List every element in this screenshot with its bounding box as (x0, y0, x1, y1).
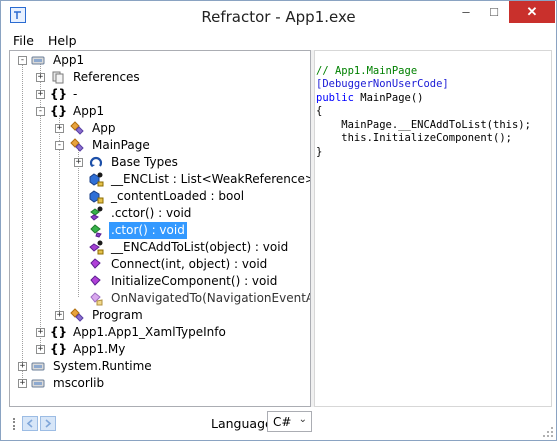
tree-item-namespace-xamltypeinfo[interactable]: + {} App1.App1_XamlTypeInfo (10, 324, 310, 341)
expand-icon[interactable]: + (18, 379, 27, 388)
tree-item-method-encaddtolist[interactable]: __ENCAddToList(object) : void (10, 239, 310, 256)
tree-label: References (73, 70, 140, 84)
tree-label: InitializeComponent() : void (111, 274, 278, 288)
method-icon (88, 273, 104, 289)
constructor-icon (88, 222, 104, 238)
base-types-icon (88, 154, 104, 170)
tree-item-field-enclist[interactable]: __ENCList : List<WeakReference> (10, 171, 310, 188)
namespace-icon: {} (50, 104, 68, 118)
code-keyword: public (316, 91, 354, 104)
assembly-icon (30, 52, 46, 68)
app-window: Refractor - App1.exe – □ ✕ File Help - A… (0, 0, 557, 441)
tree-label: MainPage (92, 138, 150, 152)
collapse-icon[interactable]: - (18, 56, 27, 65)
tree-item-assembly-systemruntime[interactable]: + System.Runtime (10, 358, 310, 375)
private-field-icon (88, 188, 104, 204)
close-icon[interactable]: ✕ (509, 1, 555, 23)
tree-label: Program (92, 308, 143, 322)
expand-icon[interactable]: + (55, 124, 64, 133)
toolbar-grip[interactable] (13, 418, 15, 430)
tree-label: Connect(int, object) : void (111, 257, 268, 271)
assembly-tree[interactable]: - App1 + References + {} - - {} App1 + A… (9, 50, 311, 407)
namespace-icon: {} (50, 325, 68, 339)
status-bar: Language: C# ⌄ (1, 407, 556, 440)
references-icon (50, 69, 66, 85)
language-select[interactable]: C# ⌄ (267, 411, 312, 432)
expand-icon[interactable]: + (18, 362, 27, 371)
assembly-icon (30, 375, 46, 391)
class-icon (69, 137, 85, 153)
expand-icon[interactable]: + (74, 158, 83, 167)
code-attribute-line: [DebuggerNonUserCode] (316, 78, 449, 90)
static-constructor-icon (88, 205, 104, 221)
tree-label-selected: .ctor() : void (109, 222, 187, 239)
assembly-icon (30, 358, 46, 374)
tree-label: App1.App1_XamlTypeInfo (73, 325, 226, 339)
namespace-icon: {} (50, 87, 68, 101)
tree-label: mscorlib (53, 376, 105, 390)
tree-item-method-cctor[interactable]: .cctor() : void (10, 205, 310, 222)
code-comment-line: // App1.MainPage (316, 64, 418, 77)
tree-label: App1.My (73, 342, 126, 356)
static-method-icon (88, 239, 104, 255)
tree-label: App1 (73, 104, 105, 118)
tree-item-references[interactable]: + References (10, 69, 310, 86)
chevron-down-icon: ⌄ (298, 414, 307, 425)
maximize-icon[interactable]: □ (480, 1, 508, 23)
tree-item-namespace-app1[interactable]: - {} App1 (10, 103, 310, 120)
language-value: C# (273, 415, 292, 429)
menu-file[interactable]: File (13, 33, 34, 48)
tree-label: __ENCAddToList(object) : void (111, 240, 289, 254)
tree-item-class-app[interactable]: + App (10, 120, 310, 137)
back-icon[interactable] (22, 416, 38, 431)
tree-item-method-onnavigatedto[interactable]: OnNavigatedTo(NavigationEventArgs (10, 290, 310, 307)
class-icon (69, 120, 85, 136)
tree-item-method-initializecomponent[interactable]: InitializeComponent() : void (10, 273, 310, 290)
expand-icon[interactable]: + (55, 311, 64, 320)
tree-label: .cctor() : void (111, 206, 192, 220)
expand-icon[interactable]: + (36, 328, 45, 337)
tree-label: OnNavigatedTo(NavigationEventArgs (111, 291, 311, 305)
namespace-icon: {} (50, 342, 68, 356)
tree-item-class-mainpage[interactable]: - MainPage (10, 137, 310, 154)
tree-item-method-connect[interactable]: Connect(int, object) : void (10, 256, 310, 273)
code-statement-line: this.InitializeComponent(); (316, 132, 512, 144)
tree-item-assembly-mscorlib[interactable]: + mscorlib (10, 375, 310, 392)
tree-label: App (92, 121, 116, 135)
tree-label: System.Runtime (53, 359, 152, 373)
method-icon (88, 256, 104, 272)
protected-method-icon (88, 290, 104, 306)
menu-bar: File Help (1, 31, 556, 50)
forward-icon[interactable] (40, 416, 56, 431)
expand-icon[interactable]: + (36, 345, 45, 354)
tree-item-base-types[interactable]: + Base Types (10, 154, 310, 171)
tree-label: - (73, 87, 78, 101)
tree-label: __ENCList : List<WeakReference> (111, 172, 311, 186)
tree-item-app1-assembly[interactable]: - App1 (10, 52, 310, 69)
collapse-icon[interactable]: - (36, 107, 45, 116)
expand-icon[interactable]: + (36, 90, 45, 99)
code-brace-close: } (316, 145, 323, 158)
code-text: MainPage() (353, 91, 424, 104)
menu-help[interactable]: Help (48, 33, 77, 48)
tree-label: _contentLoaded : bool (111, 189, 245, 203)
tree-item-method-ctor[interactable]: .ctor() : void (10, 222, 310, 239)
class-icon (69, 307, 85, 323)
tree-item-class-program[interactable]: + Program (10, 307, 310, 324)
resize-grip-icon[interactable] (542, 426, 554, 438)
tree-label: App1 (53, 53, 85, 67)
collapse-icon[interactable]: - (55, 141, 64, 150)
tree-label: Base Types (111, 155, 178, 169)
title-bar: Refractor - App1.exe – □ ✕ (1, 1, 556, 31)
code-brace-open: { (316, 105, 323, 117)
tree-item-namespace-my[interactable]: + {} App1.My (10, 341, 310, 358)
tree-item-namespace-dash[interactable]: + {} - (10, 86, 310, 103)
static-field-icon (88, 171, 104, 187)
tree-item-field-contentloaded[interactable]: _contentLoaded : bool (10, 188, 310, 205)
minimize-icon[interactable]: – (452, 1, 480, 23)
expand-icon[interactable]: + (36, 73, 45, 82)
code-statement-line: MainPage.__ENCAddToList(this); (316, 118, 531, 131)
code-view[interactable]: // App1.MainPage [DebuggerNonUserCode] pub… (314, 50, 552, 407)
